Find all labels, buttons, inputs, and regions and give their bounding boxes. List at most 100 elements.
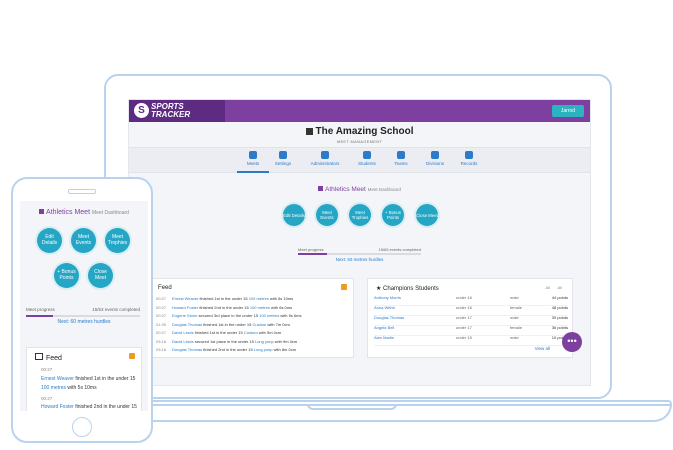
gender-cell: male <box>510 335 519 340</box>
calendar-icon <box>39 209 45 214</box>
mobile-meet-title: Athletics Meet Meet Dashboard <box>20 209 148 216</box>
logo-mark-icon: S <box>134 103 149 118</box>
event-link[interactable]: 100 metres <box>259 313 279 318</box>
feed-result: with 9s 6ms <box>280 313 302 318</box>
tab-administrators[interactable]: Administrators <box>305 151 345 166</box>
rss-icon[interactable] <box>341 284 347 290</box>
feed-result: with 5s 10ms <box>269 296 294 301</box>
laptop-notch <box>307 404 397 410</box>
student-link[interactable]: Howard Foster <box>172 305 198 310</box>
tab-label: Meets <box>246 161 260 166</box>
feed-time: 00:27 <box>156 313 167 318</box>
account-button[interactable]: Jarrod <box>552 105 584 117</box>
progress-fill <box>298 253 328 255</box>
bonus-points-button[interactable]: + Bonus Points <box>54 263 79 288</box>
main-nav: Meets Settings Administrators Students T… <box>129 147 590 173</box>
edit-details-button[interactable]: Edit Details <box>37 228 62 253</box>
student-link[interactable]: Eugene Stone <box>172 313 197 318</box>
mobile-next-event: Next: 60 metres hurdles <box>57 319 111 325</box>
feed-entry: Howard Foster finished 2nd in the under … <box>41 404 137 410</box>
chat-icon[interactable]: ••• <box>562 332 582 352</box>
mobile-meet-sub: Meet Dashboard <box>91 210 129 216</box>
champions-panel: ★ Champions Students All All Anthony Mor… <box>367 278 573 358</box>
view-all-link[interactable]: View all <box>535 346 550 351</box>
divisions-icon <box>431 151 439 159</box>
feed-icon <box>35 353 43 360</box>
meet-events-button[interactable]: Meet Events <box>71 228 96 253</box>
feed-result: with 7m 0cm <box>267 321 290 327</box>
school-icon <box>305 128 313 135</box>
feed-entry: Ernest Weaver finished 1st in the under … <box>41 375 137 393</box>
feed-title: Feed <box>158 285 172 291</box>
feed-panel: Feed 00:27 Ernest Weaver finished 1st in … <box>149 278 354 358</box>
feed-result: with 6s 0ms <box>271 304 293 310</box>
bonus-points-button[interactable]: + Bonus Points <box>382 204 404 226</box>
feed-text: finished 2nd in the under 15 <box>75 404 137 410</box>
stopwatch-icon <box>465 151 473 159</box>
student-link[interactable]: Howard Foster <box>41 404 74 410</box>
feed-row: 01:39 Douglas Thomas finished 1st in the … <box>156 322 290 327</box>
feed-result: with 5m 0cm <box>258 330 282 335</box>
gender-cell: male <box>510 295 519 300</box>
close-meet-button[interactable]: Close Meet <box>416 204 438 226</box>
points-cell: 44 points <box>551 295 568 300</box>
student-link[interactable]: Angela Bell <box>374 325 394 330</box>
meet-events-button[interactable]: Meet Events <box>316 204 338 226</box>
rss-icon[interactable] <box>129 353 135 359</box>
student-link[interactable]: Anna Webb <box>374 305 395 310</box>
school-title: The Amazing School <box>129 126 590 137</box>
students-icon <box>363 151 371 159</box>
feed-text: finished 1st in the under 15 <box>199 296 248 301</box>
mobile-progress-bar <box>26 315 140 317</box>
event-link[interactable]: 100 metres <box>249 296 269 301</box>
event-link[interactable]: 100 metres <box>41 385 66 391</box>
meet-trophies-button[interactable]: Meet Trophies <box>349 204 371 226</box>
edit-details-button[interactable]: Edit Details <box>283 204 305 226</box>
student-link[interactable]: Alan Martin <box>374 335 394 340</box>
feed-time: 00:27 <box>41 396 53 401</box>
table-row: Alan Martin under 15 male 10 points <box>374 335 568 346</box>
progress-bar <box>298 253 421 255</box>
meet-trophies-button[interactable]: Meet Trophies <box>105 228 130 253</box>
division-cell: under 16 <box>456 305 472 310</box>
tab-label: Settings <box>274 161 292 166</box>
student-link[interactable]: Ernest Weaver <box>41 376 74 382</box>
student-link[interactable]: David Lewis <box>172 339 194 344</box>
tab-records[interactable]: Records <box>449 151 489 166</box>
feed-text: finished 1st in the under 15 <box>194 330 243 335</box>
mobile-feed-title: Feed <box>35 353 62 362</box>
event-link[interactable]: Custom <box>252 322 266 327</box>
feed-row: 00:27 Eugene Stone secured 3rd place in t… <box>156 313 301 318</box>
logo[interactable]: S SPORTS TRACKER <box>129 100 225 122</box>
event-link[interactable]: Custom <box>244 330 258 335</box>
tab-settings[interactable]: Settings <box>263 151 303 166</box>
points-cell: 36 points <box>551 325 568 330</box>
student-link[interactable]: Anthony Morris <box>374 295 401 300</box>
meet-subtitle: Meet Dashboard <box>367 187 401 192</box>
mobile-progress-fill <box>26 315 54 317</box>
event-link[interactable]: Long jump <box>254 347 273 352</box>
champions-title-text: Champions Students <box>383 286 439 292</box>
filter-select[interactable]: All <box>558 285 562 290</box>
feed-result: with 9m 0cm <box>274 338 298 344</box>
student-link[interactable]: Douglas Thomas <box>374 315 404 320</box>
feed-row: 00:27 Ernest Weaver finished 1st in the u… <box>156 296 293 301</box>
tab-label: Students <box>358 161 376 166</box>
feed-text: finished 2nd in the under 15 <box>203 347 253 352</box>
close-meet-button[interactable]: Close Meet <box>88 263 113 288</box>
progress-label: Meet progress <box>298 247 324 252</box>
student-link[interactable]: Douglas Thomas <box>172 347 202 352</box>
gender-cell: female <box>510 305 523 310</box>
student-link[interactable]: David Lewis <box>172 330 194 335</box>
event-link[interactable]: 100 metres <box>250 305 270 310</box>
calendar-icon <box>249 151 257 159</box>
gear-icon <box>279 151 287 159</box>
filter-select[interactable]: All <box>546 285 550 290</box>
event-link[interactable]: Long jump <box>255 339 274 344</box>
division-cell: under 15 <box>456 335 472 340</box>
mobile-progress-labels: Meet progress 15/63 events completed <box>26 307 140 312</box>
student-link[interactable]: Douglas Thomas <box>172 322 202 327</box>
feed-row: 03:18 David Lewis secured 1st place in th… <box>156 339 297 344</box>
student-link[interactable]: Ernest Weaver <box>172 296 198 301</box>
laptop-screen: S SPORTS TRACKER Jarrod The Amazing Scho… <box>128 99 591 386</box>
